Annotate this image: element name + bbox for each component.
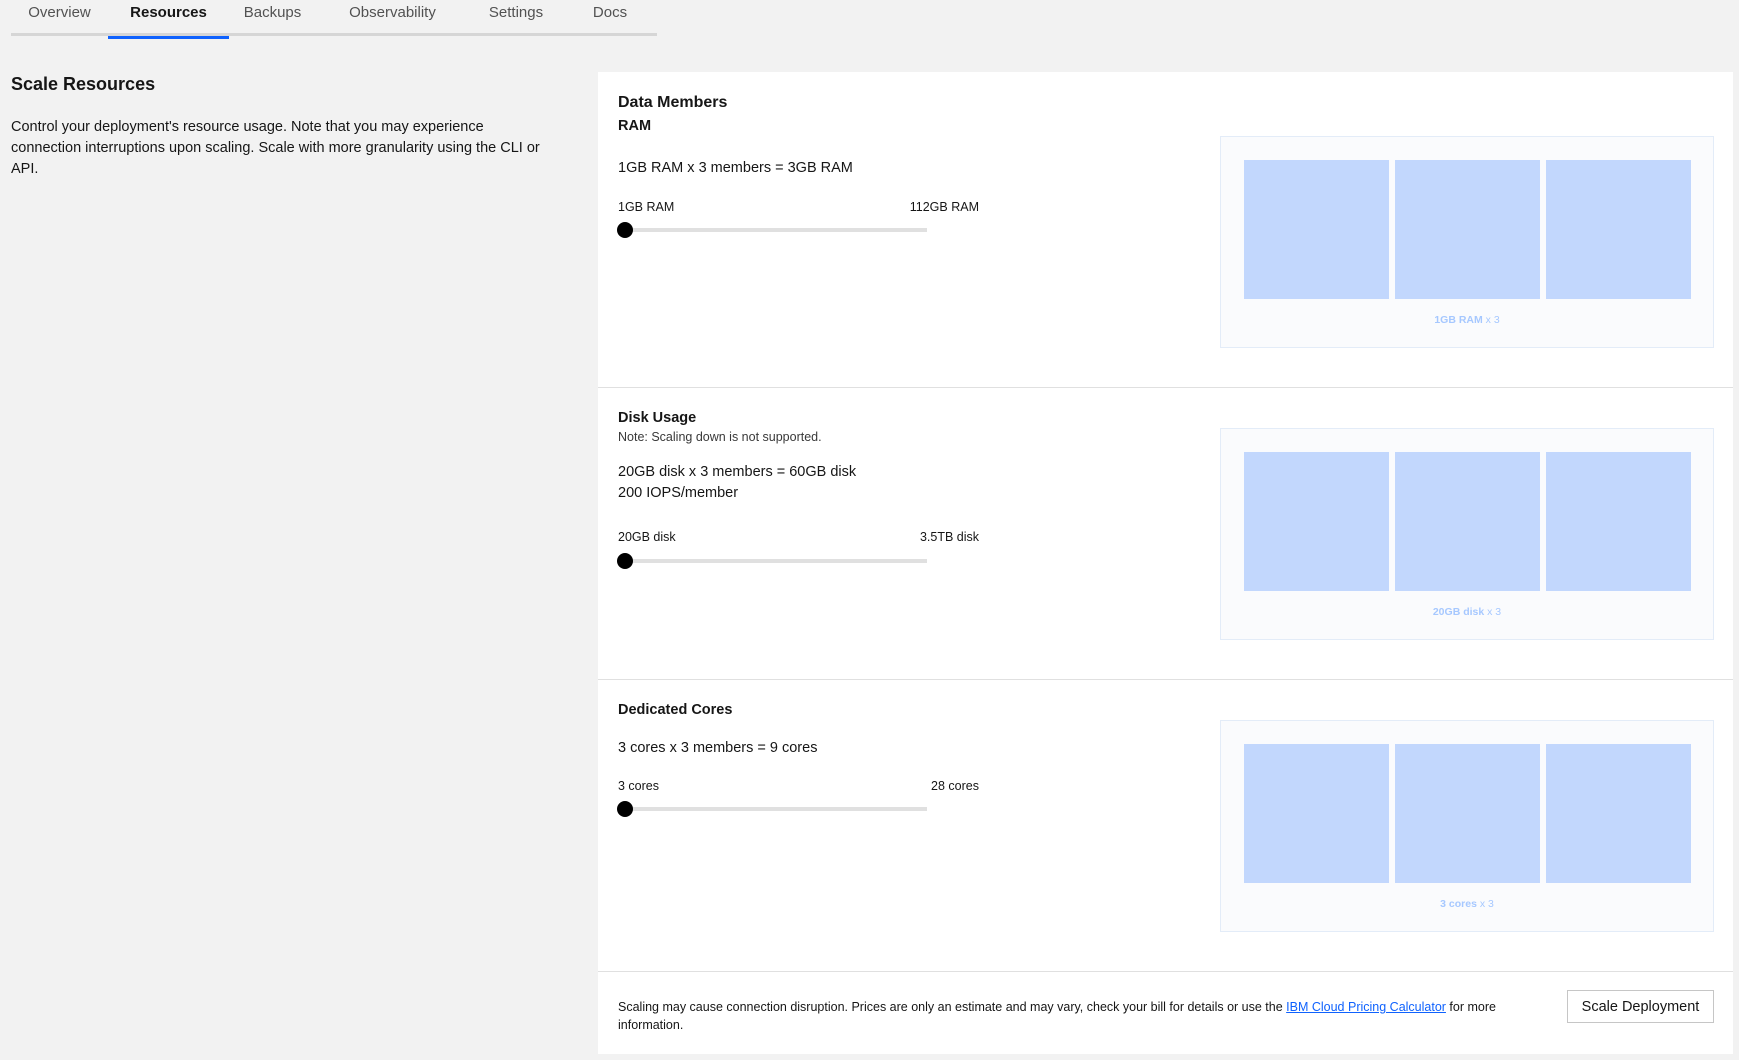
footer-disclaimer: Scaling may cause connection disruption.…: [618, 998, 1518, 1034]
scale-deployment-button[interactable]: Scale Deployment: [1567, 990, 1714, 1023]
cores-range-max: 28 cores: [931, 779, 979, 793]
member-blocks: [1244, 744, 1691, 883]
disk-viz-label: 20GB disk x 3: [1221, 606, 1713, 618]
disk-viz-multiplier: x 3: [1487, 606, 1502, 618]
disk-slider[interactable]: [617, 553, 927, 569]
footer: Scaling may cause connection disruption.…: [598, 972, 1733, 1054]
ram-visualization: 1GB RAM x 3: [1220, 136, 1714, 348]
disk-range-max: 3.5TB disk: [919, 530, 979, 544]
tab-backups[interactable]: Backups: [229, 0, 316, 30]
member-block: [1546, 452, 1691, 591]
cores-visualization: 3 cores x 3: [1220, 720, 1714, 932]
intro: Scale Resources Control your deployment'…: [11, 74, 556, 180]
ram-slider-thumb[interactable]: [617, 222, 633, 238]
ram-viz-label: 1GB RAM x 3: [1221, 314, 1713, 326]
member-block: [1244, 452, 1389, 591]
member-block: [1395, 160, 1540, 299]
disk-viz-value: 20GB disk: [1432, 606, 1485, 618]
disk-calculation: 20GB disk x 3 members = 60GB disk: [618, 464, 857, 480]
tab-overview[interactable]: Overview: [11, 0, 108, 30]
disk-visualization: 20GB disk x 3: [1220, 428, 1714, 640]
footer-text-before: Scaling may cause connection disruption.…: [618, 1000, 1287, 1014]
disk-section: Disk Usage Note: Scaling down is not sup…: [598, 388, 1733, 680]
tab-docs[interactable]: Docs: [563, 0, 657, 30]
cores-calculation: 3 cores x 3 members = 9 cores: [618, 740, 818, 756]
cores-slider-thumb[interactable]: [617, 801, 633, 817]
cores-viz-multiplier: x 3: [1479, 898, 1494, 910]
tab-observability[interactable]: Observability: [316, 0, 469, 30]
ram-calculation: 1GB RAM x 3 members = 3GB RAM: [618, 160, 853, 176]
ram-range-max: 112GB RAM: [909, 200, 979, 214]
page-title: Scale Resources: [11, 74, 156, 94]
cores-slider[interactable]: [617, 801, 927, 817]
member-block: [1546, 160, 1691, 299]
cores-viz-label: 3 cores x 3: [1221, 898, 1713, 910]
tab-resources[interactable]: Resources: [108, 0, 229, 39]
tab-bar: Overview Resources Backups Observability…: [11, 0, 657, 39]
member-block: [1395, 452, 1540, 591]
member-block: [1244, 160, 1389, 299]
ram-range-min: 1GB RAM: [618, 200, 675, 214]
section-title: Disk Usage: [618, 410, 697, 426]
section-title: Data Members: [618, 94, 728, 111]
ram-viz-value: 1GB RAM: [1434, 314, 1483, 326]
member-blocks: [1244, 160, 1691, 299]
disk-note: Note: Scaling down is not supported.: [618, 430, 822, 444]
ram-section: Data Members RAM 1GB RAM x 3 members = 3…: [598, 72, 1733, 388]
ram-viz-multiplier: x 3: [1485, 314, 1500, 326]
disk-iops: 200 IOPS/member: [618, 485, 739, 501]
member-blocks: [1244, 452, 1691, 591]
intro-description: Control your deployment's resource usage…: [11, 119, 540, 177]
member-block: [1395, 744, 1540, 883]
ram-subtitle: RAM: [618, 118, 652, 134]
disk-slider-thumb[interactable]: [617, 553, 633, 569]
cores-range-min: 3 cores: [618, 779, 659, 793]
cores-section: Dedicated Cores 3 cores x 3 members = 9 …: [598, 680, 1733, 972]
cores-viz-value: 3 cores: [1440, 898, 1477, 910]
resources-panel: Data Members RAM 1GB RAM x 3 members = 3…: [598, 72, 1733, 1054]
member-block: [1546, 744, 1691, 883]
section-title: Dedicated Cores: [618, 702, 733, 718]
ram-slider[interactable]: [617, 222, 927, 238]
tab-settings[interactable]: Settings: [469, 0, 563, 30]
pricing-calculator-link[interactable]: IBM Cloud Pricing Calculator: [1286, 1000, 1446, 1014]
disk-range-min: 20GB disk: [618, 530, 676, 544]
member-block: [1244, 744, 1389, 883]
